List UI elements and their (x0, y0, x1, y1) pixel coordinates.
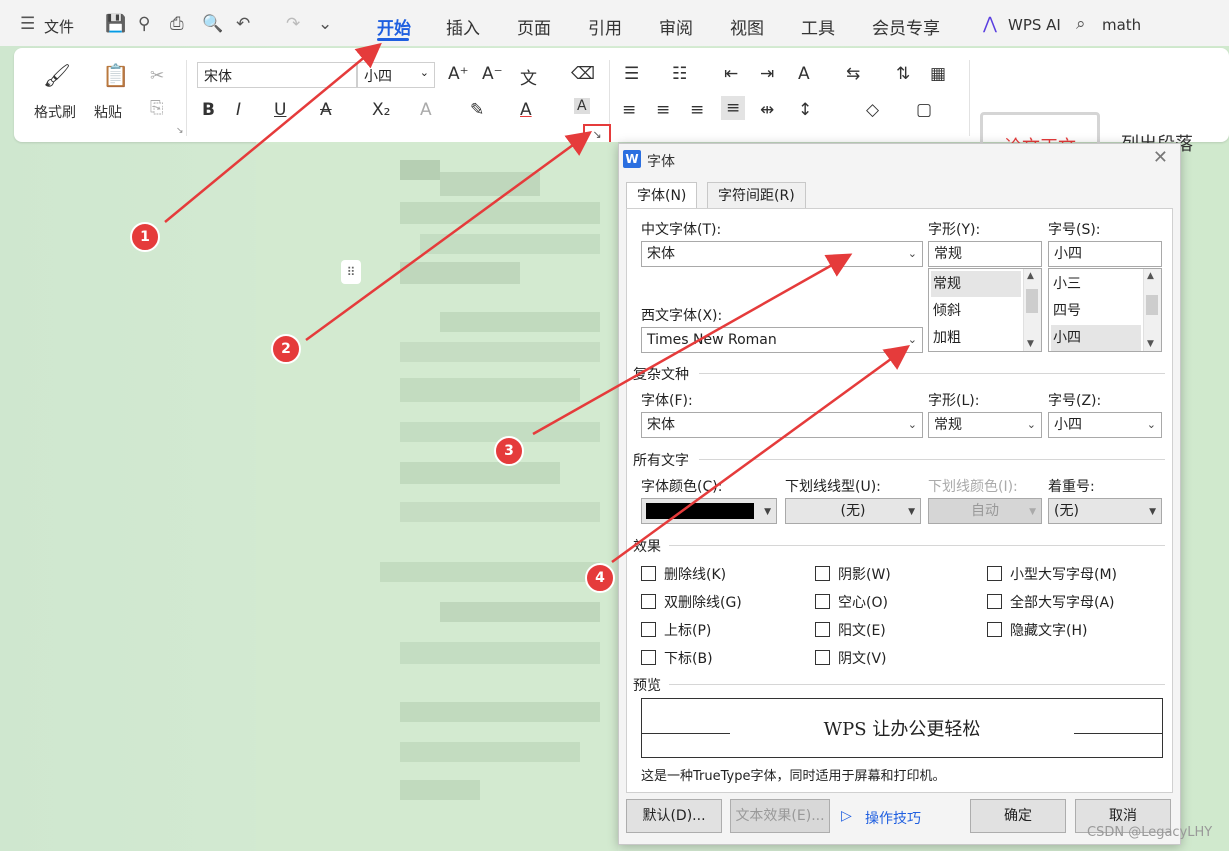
step-marker-2: 2 (271, 334, 301, 364)
arrow-1 (164, 42, 382, 223)
annotation-arrows (164, 42, 911, 564)
step-marker-1: 1 (130, 222, 160, 252)
step-marker-3: 3 (494, 436, 524, 466)
arrow-3 (532, 253, 853, 436)
step-marker-4: 4 (585, 563, 615, 593)
watermark: CSDN @LegacyLHY (1087, 825, 1213, 840)
arrow-2 (305, 131, 593, 342)
arrow-4 (611, 345, 911, 564)
